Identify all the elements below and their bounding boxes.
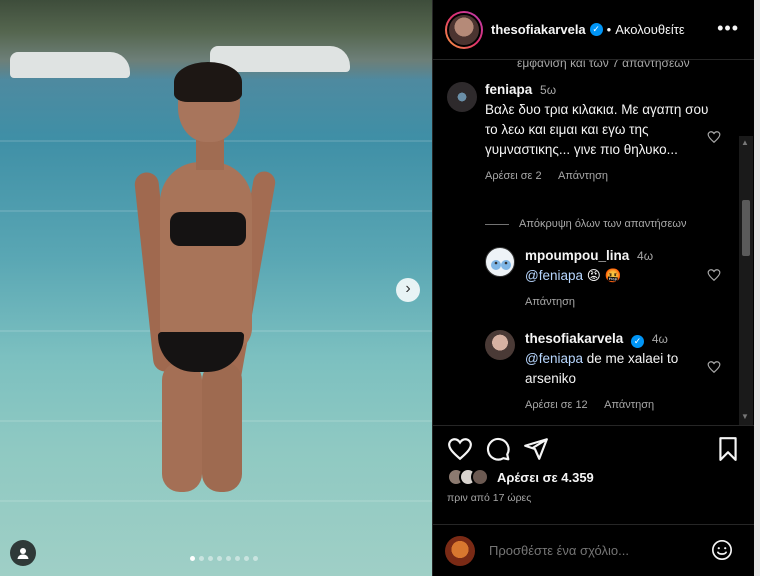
post-timestamp: πριν από 17 ώρες: [447, 492, 532, 504]
chevron-right-icon: ›: [405, 280, 411, 297]
scroll-down-icon[interactable]: ▼: [741, 412, 749, 421]
verified-badge-icon: ✓: [631, 335, 645, 348]
scrollbar-thumb[interactable]: [742, 200, 750, 256]
author-username[interactable]: thesofiakarvela: [491, 22, 586, 37]
reply-likes[interactable]: Αρέσει σε 12: [525, 399, 588, 411]
comment-username[interactable]: feniapa: [485, 82, 532, 97]
heart-icon[interactable]: [447, 436, 473, 462]
likes-summary[interactable]: Αρέσει σε 4.359: [447, 468, 594, 486]
post-header: thesofiakarvela ✓ • Ακολουθείτε •••: [433, 0, 755, 60]
header-separator: •: [606, 22, 612, 37]
likes-count[interactable]: Αρέσει σε 4.359: [497, 470, 594, 485]
comment-like-icon[interactable]: [707, 130, 721, 144]
hide-replies-label: Απόκρυψη όλων των απαντήσεων: [519, 218, 687, 230]
commenter-avatar[interactable]: [485, 330, 515, 360]
reply-text: 😡 🤬: [583, 268, 622, 283]
comment-time: 5ω: [540, 83, 557, 97]
reply-time: 4ω: [651, 332, 668, 346]
current-user-avatar: [445, 535, 475, 566]
reply-button[interactable]: Απάντηση: [525, 296, 575, 308]
reply-like-icon[interactable]: [707, 268, 721, 282]
author-avatar[interactable]: [445, 10, 483, 49]
reply-time: 4ω: [637, 249, 654, 263]
reply-button[interactable]: Απάντηση: [558, 170, 608, 182]
emoji-avatar-icon: [491, 260, 511, 270]
bookmark-icon[interactable]: [715, 436, 741, 462]
share-icon[interactable]: [523, 436, 549, 462]
reply-item: mpoumpou_lina 4ω @feniapa 😡 🤬 Απάντηση: [525, 246, 725, 312]
add-comment-input[interactable]: [489, 543, 689, 558]
add-comment-bar: [433, 524, 755, 576]
comments-scrollbar[interactable]: ▲ ▼: [739, 136, 753, 425]
reply-button[interactable]: Απάντηση: [604, 399, 654, 411]
post-actions: [433, 436, 755, 464]
next-photo-button[interactable]: ›: [396, 278, 420, 302]
comment-text: Βαλε δυο τρια κιλακια. Με αγαπη σου το λ…: [485, 102, 709, 157]
tagged-users-button[interactable]: [10, 540, 36, 566]
emoji-icon[interactable]: [711, 539, 733, 561]
more-horizontal-icon[interactable]: •••: [717, 18, 739, 39]
reply-item: thesofiakarvela ✓ 4ω @feniapa de me xala…: [525, 329, 715, 415]
following-button[interactable]: Ακολουθείτε: [615, 22, 684, 37]
comment-item: feniapa 5ω Βαλε δυο τρια κιλακια. Με αγα…: [485, 80, 717, 186]
comment-likes[interactable]: Αρέσει σε 2: [485, 170, 542, 182]
post-photo: ›: [0, 0, 432, 576]
view-replies-cut[interactable]: εμφάνιση και των 7 απαντήσεων: [517, 60, 690, 70]
post-side-panel: thesofiakarvela ✓ • Ακολουθείτε ••• εμφά…: [432, 0, 755, 576]
comments-list: εμφάνιση και των 7 απαντήσεων feniapa 5ω…: [433, 60, 755, 426]
window-edge: [754, 0, 760, 576]
photo-person: [133, 62, 277, 492]
comment-icon[interactable]: [485, 436, 511, 462]
mention-link[interactable]: @feniapa: [525, 268, 583, 283]
verified-badge-icon: ✓: [589, 23, 603, 36]
scroll-up-icon[interactable]: ▲: [741, 138, 749, 147]
carousel-dots: [190, 556, 258, 561]
commenter-avatar[interactable]: [447, 82, 477, 112]
liker-avatar: [471, 468, 489, 486]
commenter-avatar[interactable]: [485, 247, 515, 277]
mention-link[interactable]: @feniapa: [525, 351, 583, 366]
hide-replies-button[interactable]: Απόκρυψη όλων των απαντήσεων: [485, 218, 686, 230]
reply-username[interactable]: thesofiakarvela: [525, 331, 623, 346]
reply-username[interactable]: mpoumpou_lina: [525, 248, 629, 263]
user-icon: [17, 548, 29, 559]
reply-like-icon[interactable]: [707, 360, 721, 374]
photo-boat: [10, 52, 130, 78]
